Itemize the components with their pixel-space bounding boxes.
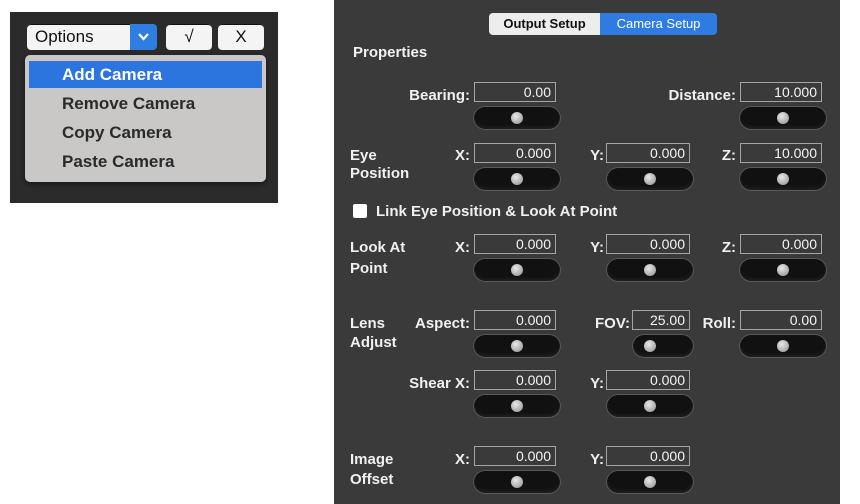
- fov-label: FOV:: [594, 315, 630, 332]
- eye-z-slider[interactable]: [739, 167, 827, 191]
- aspect-label: Aspect:: [414, 315, 470, 332]
- properties-heading: Properties: [353, 44, 428, 61]
- menu-item-copy-camera[interactable]: Copy Camera: [29, 119, 262, 146]
- shear-x-slider[interactable]: [473, 394, 561, 418]
- look-at-label: Look At: [350, 239, 406, 256]
- slider-knob[interactable]: [644, 173, 656, 185]
- menu-item-paste-camera[interactable]: Paste Camera: [29, 148, 262, 175]
- menu-item-remove-camera[interactable]: Remove Camera: [29, 90, 262, 117]
- link-checkbox-label[interactable]: Link Eye Position & Look At Point: [376, 202, 617, 221]
- options-menu: Add Camera Remove Camera Copy Camera Pas…: [25, 55, 266, 182]
- link-checkbox[interactable]: [353, 204, 367, 218]
- eye-z-label: Z:: [721, 147, 736, 164]
- look-y-field[interactable]: 0.000: [606, 234, 690, 254]
- eye-y-field[interactable]: 0.000: [606, 143, 690, 163]
- offset-x-label: X:: [455, 451, 470, 468]
- shear-y-label: Y:: [590, 375, 604, 392]
- offset-y-field[interactable]: 0.000: [606, 446, 690, 466]
- look-x-label: X:: [455, 239, 470, 256]
- shear-x-label: Shear X:: [409, 375, 470, 392]
- slider-knob[interactable]: [511, 173, 523, 185]
- distance-slider[interactable]: [739, 106, 827, 130]
- slider-knob[interactable]: [644, 476, 656, 488]
- look-x-slider[interactable]: [473, 258, 561, 282]
- offset-x-field[interactable]: 0.000: [474, 446, 556, 466]
- tab-output-setup[interactable]: Output Setup: [489, 13, 600, 35]
- slider-knob[interactable]: [644, 400, 656, 412]
- look-z-label: Z:: [721, 239, 736, 256]
- look-z-slider[interactable]: [739, 258, 827, 282]
- slider-knob[interactable]: [777, 173, 789, 185]
- shear-x-field[interactable]: 0.000: [474, 370, 556, 390]
- slider-knob[interactable]: [644, 340, 656, 352]
- eye-y-slider[interactable]: [606, 167, 694, 191]
- aspect-field[interactable]: 0.000: [474, 310, 556, 330]
- distance-label: Distance:: [668, 87, 736, 104]
- shear-y-field[interactable]: 0.000: [606, 370, 690, 390]
- confirm-button[interactable]: √: [166, 24, 212, 50]
- look-y-label: Y:: [590, 239, 604, 256]
- eye-position-label: Eye: [350, 147, 377, 164]
- eye-x-field[interactable]: 0.000: [474, 143, 556, 163]
- slider-knob[interactable]: [511, 400, 523, 412]
- offset-y-slider[interactable]: [606, 470, 694, 494]
- slider-knob[interactable]: [777, 340, 789, 352]
- options-popup: Options √ X Add Camera Remove Camera Cop…: [10, 12, 278, 203]
- aspect-slider[interactable]: [473, 334, 561, 358]
- eye-x-label: X:: [455, 147, 470, 164]
- fov-field[interactable]: 25.00: [632, 310, 690, 330]
- shear-y-slider[interactable]: [606, 394, 694, 418]
- close-button[interactable]: X: [218, 24, 264, 50]
- roll-slider[interactable]: [739, 334, 827, 358]
- image-offset-label-2: Offset: [350, 471, 394, 488]
- offset-y-label: Y:: [590, 451, 604, 468]
- look-y-slider[interactable]: [606, 258, 694, 282]
- roll-label: Roll:: [702, 315, 736, 332]
- tab-camera-setup[interactable]: Camera Setup: [600, 13, 717, 35]
- slider-knob[interactable]: [777, 264, 789, 276]
- tab-bar: Output Setup Camera Setup: [489, 13, 717, 35]
- slider-knob[interactable]: [777, 112, 789, 124]
- look-x-field[interactable]: 0.000: [474, 234, 556, 254]
- fov-slider[interactable]: [632, 334, 694, 358]
- image-offset-label: Image: [350, 451, 394, 468]
- eye-x-slider[interactable]: [473, 167, 561, 191]
- slider-knob[interactable]: [511, 340, 523, 352]
- eye-z-field[interactable]: 10.000: [740, 143, 822, 163]
- roll-field[interactable]: 0.00: [740, 310, 822, 330]
- lens-adjust-label: Lens: [350, 315, 386, 332]
- camera-setup-panel: Output Setup Camera Setup Properties Bea…: [334, 0, 840, 504]
- options-dropdown-button[interactable]: [130, 24, 157, 50]
- chevron-down-icon: [138, 33, 149, 41]
- distance-field[interactable]: 10.000: [740, 82, 822, 102]
- options-select[interactable]: Options: [27, 24, 130, 50]
- bearing-label: Bearing:: [409, 87, 470, 104]
- lens-adjust-label-2: Adjust: [350, 334, 397, 351]
- slider-knob[interactable]: [511, 476, 523, 488]
- bearing-field[interactable]: 0.00: [474, 82, 556, 102]
- slider-knob[interactable]: [511, 264, 523, 276]
- menu-item-add-camera[interactable]: Add Camera: [29, 61, 262, 88]
- eye-y-label: Y:: [590, 147, 604, 164]
- offset-x-slider[interactable]: [473, 470, 561, 494]
- look-at-label-2: Point: [350, 260, 388, 277]
- slider-knob[interactable]: [644, 264, 656, 276]
- look-z-field[interactable]: 0.000: [740, 234, 822, 254]
- eye-position-label-2: Position: [350, 165, 410, 182]
- slider-knob[interactable]: [511, 112, 523, 124]
- bearing-slider[interactable]: [473, 106, 561, 130]
